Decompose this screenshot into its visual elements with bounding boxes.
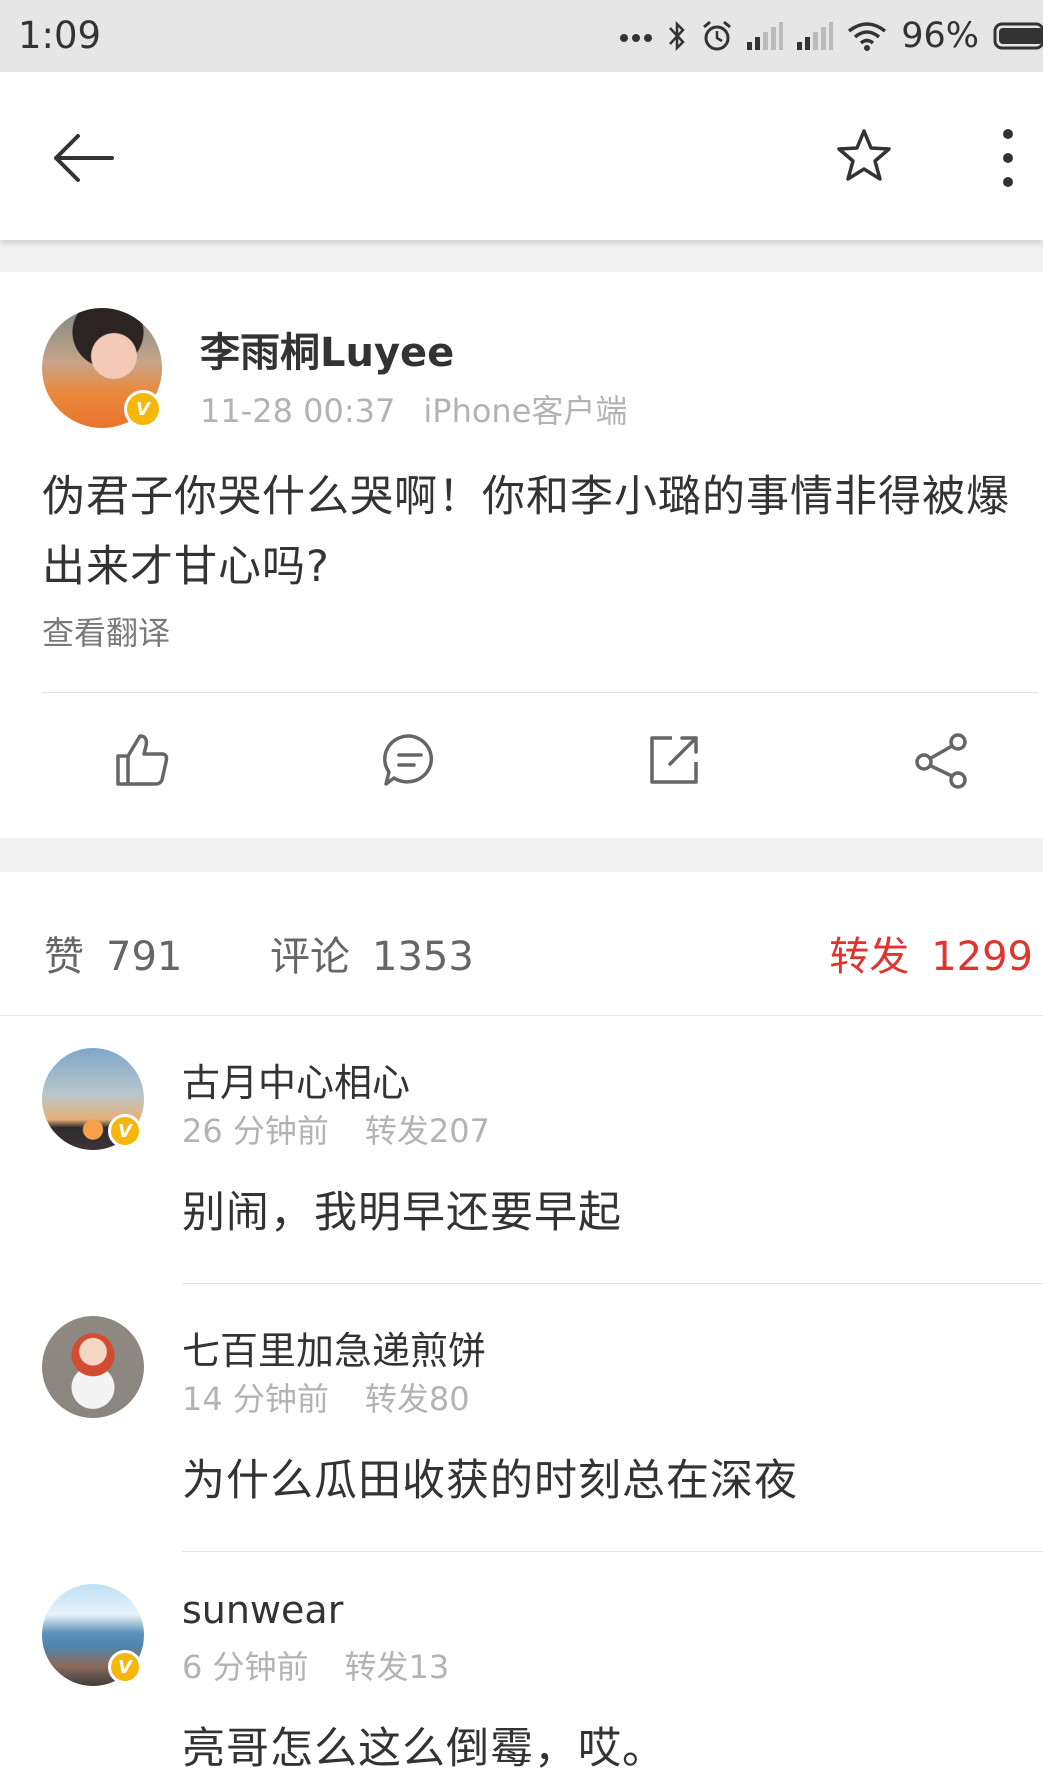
signal-icon	[747, 22, 784, 50]
tab-comments-label: 评论	[270, 934, 350, 980]
comment-repost-count: 转发13	[344, 1648, 450, 1686]
list-item[interactable]: V 古月中心相心 26 分钟前 转发207 别闹，我明早还要早起	[0, 1016, 1043, 1284]
author-name[interactable]: 李雨桐Luyee	[200, 320, 454, 378]
wifi-icon	[848, 22, 887, 51]
repost-icon[interactable]	[644, 730, 704, 790]
bluetooth-icon	[669, 20, 685, 52]
tab-likes-label: 赞	[44, 934, 84, 980]
status-time: 1:09	[18, 14, 102, 57]
back-arrow-icon[interactable]	[48, 128, 118, 188]
comment-time: 26 分钟前	[182, 1112, 329, 1150]
comment-meta: 26 分钟前 转发207	[182, 1106, 490, 1152]
status-bar: 1:09 96%	[0, 0, 1043, 72]
comment-meta: 14 分钟前 转发80	[182, 1374, 470, 1420]
list-item[interactable]: 七百里加急递煎饼 14 分钟前 转发80 为什么瓜田收获的时刻总在深夜	[0, 1284, 1043, 1552]
star-icon[interactable]	[834, 126, 894, 186]
comment-repost-count: 转发207	[364, 1112, 490, 1150]
comment-time: 6 分钟前	[182, 1648, 309, 1686]
verified-badge-icon: V	[108, 1114, 142, 1148]
comment-repost-count: 转发80	[364, 1380, 470, 1418]
post-actions	[0, 730, 1043, 810]
comment-icon[interactable]	[380, 730, 440, 790]
tab-likes-count: 791	[106, 934, 183, 980]
signal-icon	[797, 22, 834, 50]
comment-text: 为什么瓜田收获的时刻总在深夜	[182, 1456, 798, 1506]
share-icon[interactable]	[912, 730, 972, 790]
commenter-name[interactable]: 古月中心相心	[182, 1052, 410, 1107]
stats-tabs: 赞 791 评论 1353 转发 1299	[0, 872, 1043, 1016]
dots-icon	[620, 34, 653, 42]
tab-reposts[interactable]: 转发 1299	[829, 924, 1033, 982]
post-source: iPhone客户端	[423, 392, 628, 430]
comment-time: 14 分钟前	[182, 1380, 329, 1418]
like-icon[interactable]	[112, 730, 172, 790]
avatar[interactable]	[42, 1316, 144, 1418]
tab-comments[interactable]: 评论 1353	[270, 924, 474, 982]
repost-list: V 古月中心相心 26 分钟前 转发207 别闹，我明早还要早起 七百里加急递煎饼…	[0, 1016, 1043, 1778]
tab-likes[interactable]: 赞 791	[44, 924, 182, 982]
list-item[interactable]: V sunwear 6 分钟前 转发13 亮哥怎么这么倒霉，哎。	[0, 1552, 1043, 1778]
alarm-icon	[703, 20, 732, 51]
comment-meta: 6 分钟前 转发13	[182, 1642, 449, 1688]
tab-comments-count: 1353	[372, 934, 474, 980]
battery-icon	[993, 22, 1043, 50]
battery-percent: 96%	[901, 16, 979, 56]
post-card: V 李雨桐Luyee 11-28 00:37 iPhone客户端 伪君子你哭什么哭…	[0, 272, 1043, 838]
verified-badge-icon: V	[108, 1650, 142, 1684]
nav-bar	[0, 72, 1043, 240]
more-vertical-icon[interactable]	[990, 126, 1026, 190]
comment-text: 别闹，我明早还要早起	[182, 1188, 622, 1238]
status-icons: 96%	[619, 0, 1043, 72]
verified-badge-icon: V	[124, 390, 162, 428]
translate-link[interactable]: 查看翻译	[42, 608, 170, 654]
comment-text: 亮哥怎么这么倒霉，哎。	[182, 1724, 666, 1774]
post-time: 11-28 00:37	[200, 392, 396, 430]
post-meta: 11-28 00:37 iPhone客户端	[200, 386, 627, 432]
commenter-name[interactable]: 七百里加急递煎饼	[182, 1320, 486, 1375]
divider	[42, 692, 1038, 693]
commenter-name[interactable]: sunwear	[182, 1588, 343, 1632]
tab-reposts-label: 转发	[829, 934, 910, 980]
post-text: 伪君子你哭什么哭啊！你和李小璐的事情非得被爆出来才甘心吗?	[42, 472, 1010, 592]
tab-reposts-count: 1299	[931, 934, 1033, 980]
